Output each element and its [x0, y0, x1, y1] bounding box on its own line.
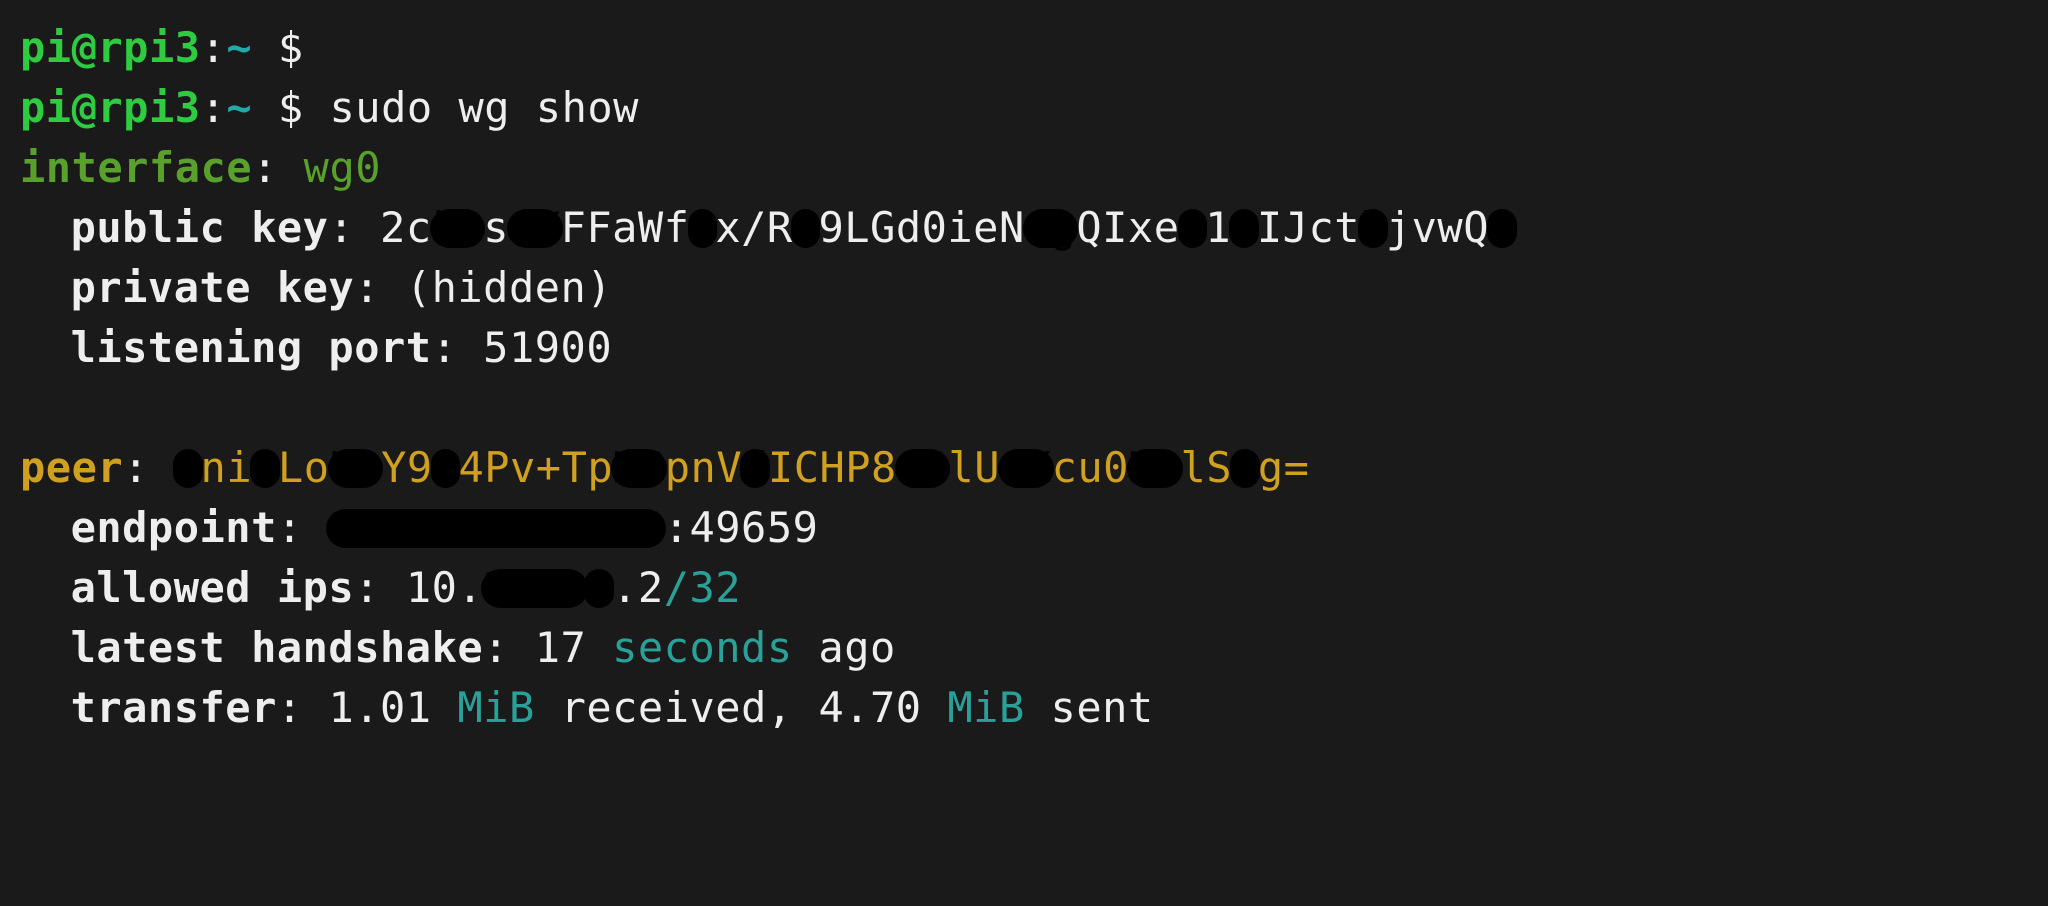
listening-port-label: listening port [71, 323, 432, 372]
peer-key-value: Lni6LoUBY9P4Pv+TpMGpnVfICHP8J5lUSKcu0MOl… [175, 443, 1310, 492]
interface-line: interface: wg0 [20, 143, 381, 192]
redaction-blob: 253. [483, 563, 586, 612]
prompt-user: pi [20, 23, 72, 72]
redaction-blob: OY [509, 203, 561, 252]
redaction-blob: Q [1232, 443, 1258, 492]
prompt-sep: : [201, 23, 227, 72]
prompt-sigil: $ [278, 83, 304, 132]
handshake-suffix: ago [818, 623, 895, 672]
public-key-value: 2ckasOYFFaWfnx/RA9LGd0ieNcgQIxei1CIJctbj… [380, 203, 1515, 252]
redaction-blob: MG [613, 443, 665, 492]
rx-unit: MiB [457, 683, 534, 732]
prompt-line[interactable]: pi@rpi3:~ $ sudo wg show [20, 83, 639, 132]
redaction-blob: 46.223.38.135 [328, 503, 663, 552]
redaction-blob: P [433, 443, 459, 492]
allowed-ips-line: allowed ips: 10.253.3.2/32 [20, 563, 741, 612]
interface-name: wg0 [304, 143, 381, 192]
endpoint-port: 49659 [689, 503, 818, 552]
prompt-line[interactable]: pi@rpi3:~ $ [20, 23, 304, 72]
rx-amount: 1.01 [328, 683, 431, 732]
private-key-value: (hidden) [406, 263, 612, 312]
redaction-blob: L [175, 443, 201, 492]
redaction-blob: UB [330, 443, 382, 492]
prompt-host: rpi3 [97, 23, 200, 72]
transfer-line: transfer: 1.01 MiB received, 4.70 MiB se… [20, 683, 1154, 732]
redaction-blob: 6 [252, 443, 278, 492]
interface-label: interface [20, 143, 252, 192]
redaction-blob: b [1360, 203, 1386, 252]
redaction-blob: i [1180, 203, 1206, 252]
redaction-blob: 3 [586, 563, 612, 612]
command-text: sudo wg show [330, 83, 639, 132]
listening-port-value: 51900 [483, 323, 612, 372]
handshake-label: latest handshake [71, 623, 484, 672]
private-key-label: private key [71, 263, 355, 312]
peer-line: peer: Lni6LoUBY9P4Pv+TpMGpnVfICHP8J5lUSK… [20, 443, 1309, 492]
prompt-path: ~ [226, 23, 252, 72]
tx-unit: MiB [947, 683, 1024, 732]
prompt-host: rpi3 [97, 83, 200, 132]
redaction-blob: A [793, 203, 819, 252]
handshake-unit: seconds [612, 623, 793, 672]
prompt-sep: : [201, 83, 227, 132]
redaction-blob: SK [1000, 443, 1052, 492]
handshake-count: 17 [535, 623, 587, 672]
endpoint-line: endpoint: 46.223.38.135:49659 [20, 503, 818, 552]
allowed-ips-label: allowed ips [71, 563, 355, 612]
redaction-blob: MO [1129, 443, 1181, 492]
rx-word: received, [561, 683, 793, 732]
public-key-label: public key [71, 203, 329, 252]
allowed-ip-cidr: /32 [664, 563, 741, 612]
endpoint-label: endpoint [71, 503, 277, 552]
redaction-blob: J5 [897, 443, 949, 492]
redaction-blob: f [742, 443, 768, 492]
prompt-path: ~ [226, 83, 252, 132]
redaction-blob: cg [1025, 203, 1077, 252]
listening-port-line: listening port: 51900 [20, 323, 612, 372]
redaction-blob: = [1489, 203, 1515, 252]
redaction-blob: n [690, 203, 716, 252]
prompt-user: pi [20, 83, 72, 132]
prompt-at: @ [72, 83, 98, 132]
tx-amount: 4.70 [818, 683, 921, 732]
redaction-blob: C [1231, 203, 1257, 252]
allowed-ip-value: 10.253.3.2 [406, 563, 664, 612]
private-key-line: private key: (hidden) [20, 263, 612, 312]
handshake-line: latest handshake: 17 seconds ago [20, 623, 896, 672]
transfer-label: transfer [71, 683, 277, 732]
prompt-at: @ [72, 23, 98, 72]
blank-line [20, 383, 46, 432]
terminal-output: pi@rpi3:~ $ pi@rpi3:~ $ sudo wg show int… [0, 0, 2048, 738]
endpoint-ip: 46.223.38.135 [328, 503, 663, 552]
prompt-sigil: $ [278, 23, 304, 72]
redaction-blob: ka [432, 203, 484, 252]
peer-label: peer [20, 443, 123, 492]
tx-word: sent [1051, 683, 1154, 732]
public-key-line: public key: 2ckasOYFFaWfnx/RA9LGd0ieNcgQ… [20, 203, 1515, 252]
